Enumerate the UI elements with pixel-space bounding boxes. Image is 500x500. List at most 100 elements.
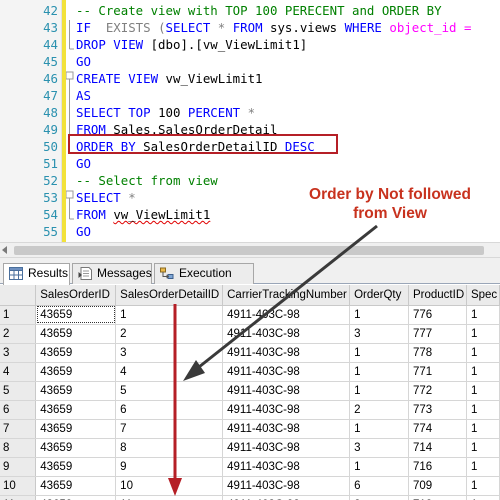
code-line[interactable]: 45 GO xyxy=(0,53,500,70)
table-cell[interactable]: 716 xyxy=(408,457,467,477)
table-cell[interactable]: 3 xyxy=(115,343,224,363)
table-cell[interactable]: 1 xyxy=(466,495,500,500)
table-cell[interactable]: 4911-403C-98 xyxy=(222,495,351,500)
table-cell[interactable]: 1 xyxy=(349,381,409,401)
table-cell[interactable]: 6 xyxy=(115,400,224,420)
table-cell[interactable]: 4911-403C-98 xyxy=(222,324,351,344)
code-line[interactable]: 42 -- Create view with TOP 100 PERECENT a… xyxy=(0,2,500,19)
table-cell[interactable]: 778 xyxy=(408,343,467,363)
row-number[interactable]: 7 xyxy=(0,419,37,439)
column-header[interactable]: Spec xyxy=(466,285,500,306)
column-header[interactable]: OrderQty xyxy=(349,285,409,306)
table-cell[interactable]: 43659 xyxy=(35,476,117,496)
table-row[interactable]: 2 43659 2 4911-403C-98 3 777 1 xyxy=(0,324,500,344)
table-cell[interactable]: 4 xyxy=(115,362,224,382)
table-cell[interactable]: 4911-403C-98 xyxy=(222,419,351,439)
table-row[interactable]: 1 43659 1 4911-403C-98 1 776 1 xyxy=(0,305,500,325)
code-line[interactable]: 47 AS xyxy=(0,87,500,104)
table-row[interactable]: 8 43659 8 4911-403C-98 3 714 1 xyxy=(0,438,500,458)
table-cell[interactable]: 1 xyxy=(466,305,500,325)
table-cell[interactable]: 11 xyxy=(115,495,224,500)
table-cell[interactable]: 43659 xyxy=(35,343,117,363)
table-cell[interactable]: 1 xyxy=(349,362,409,382)
table-cell[interactable]: 1 xyxy=(466,400,500,420)
table-cell[interactable]: 773 xyxy=(408,400,467,420)
editor-horizontal-scrollbar[interactable] xyxy=(0,242,500,258)
table-cell[interactable]: 4911-403C-98 xyxy=(222,305,351,325)
table-cell[interactable]: 43659 xyxy=(35,381,117,401)
table-cell[interactable]: 2 xyxy=(349,495,409,500)
select-all-corner[interactable] xyxy=(0,285,37,306)
scrollbar-thumb[interactable] xyxy=(14,246,484,255)
table-cell[interactable]: 1 xyxy=(466,457,500,477)
table-cell[interactable]: 772 xyxy=(408,381,467,401)
row-number[interactable]: 9 xyxy=(0,457,37,477)
table-cell[interactable]: 8 xyxy=(115,438,224,458)
table-cell[interactable]: 43659 xyxy=(35,305,117,325)
row-number[interactable]: 6 xyxy=(0,400,37,420)
table-cell[interactable]: 2 xyxy=(115,324,224,344)
results-grid[interactable]: SalesOrderID SalesOrderDetailID CarrierTra… xyxy=(0,285,500,500)
table-cell[interactable]: 771 xyxy=(408,362,467,382)
row-number[interactable]: 10 xyxy=(0,476,37,496)
table-cell[interactable]: 7 xyxy=(115,419,224,439)
column-header[interactable]: SalesOrderDetailID xyxy=(115,285,224,306)
column-header[interactable]: CarrierTrackingNumber xyxy=(222,285,351,306)
table-cell[interactable]: 1 xyxy=(349,305,409,325)
table-cell[interactable]: 43659 xyxy=(35,438,117,458)
table-cell[interactable]: 43659 xyxy=(35,419,117,439)
table-cell[interactable]: 9 xyxy=(115,457,224,477)
table-row[interactable]: 10 43659 10 4911-403C-98 6 709 1 xyxy=(0,476,500,496)
table-cell[interactable]: 43659 xyxy=(35,457,117,477)
table-cell[interactable]: 4911-403C-98 xyxy=(222,343,351,363)
code-line[interactable]: 50 ORDER BY SalesOrderDetailID DESC xyxy=(0,138,500,155)
table-row[interactable]: 7 43659 7 4911-403C-98 1 774 1 xyxy=(0,419,500,439)
row-number[interactable]: 8 xyxy=(0,438,37,458)
column-header[interactable]: ProductID xyxy=(408,285,467,306)
table-cell[interactable]: 3 xyxy=(349,438,409,458)
table-cell[interactable]: 776 xyxy=(408,305,467,325)
tab-messages[interactable]: Messages xyxy=(72,263,152,284)
table-cell[interactable]: 1 xyxy=(466,438,500,458)
table-cell[interactable]: 4911-403C-98 xyxy=(222,400,351,420)
code-line[interactable]: 51 GO xyxy=(0,155,500,172)
table-cell[interactable]: 777 xyxy=(408,324,467,344)
table-cell[interactable]: 43659 xyxy=(35,400,117,420)
table-cell[interactable]: 1 xyxy=(349,343,409,363)
table-cell[interactable]: 1 xyxy=(466,362,500,382)
tab-execution-plan[interactable]: Execution plan xyxy=(154,263,254,299)
table-cell[interactable]: 43659 xyxy=(35,362,117,382)
table-cell[interactable]: 1 xyxy=(349,419,409,439)
table-row[interactable]: 3 43659 3 4911-403C-98 1 778 1 xyxy=(0,343,500,363)
table-cell[interactable]: 1 xyxy=(115,305,224,325)
table-cell[interactable]: 43659 xyxy=(35,324,117,344)
row-number[interactable]: 1 xyxy=(0,305,37,325)
code-line[interactable]: 43 IF EXISTS (SELECT * FROM sys.views WHE… xyxy=(0,19,500,36)
code-line[interactable]: 55 GO xyxy=(0,223,500,240)
column-header[interactable]: SalesOrderID xyxy=(35,285,117,306)
table-cell[interactable]: 43659 xyxy=(35,495,117,500)
table-cell[interactable]: 2 xyxy=(349,400,409,420)
table-cell[interactable]: 4911-403C-98 xyxy=(222,457,351,477)
row-number[interactable]: 5 xyxy=(0,381,37,401)
table-cell[interactable]: 4911-403C-98 xyxy=(222,362,351,382)
code-line[interactable]: 44 DROP VIEW [dbo].[vw_ViewLimit1] xyxy=(0,36,500,53)
row-number[interactable]: 3 xyxy=(0,343,37,363)
table-cell[interactable]: 714 xyxy=(408,438,467,458)
scroll-left-arrow-icon[interactable] xyxy=(2,246,7,254)
row-number[interactable]: 2 xyxy=(0,324,37,344)
table-cell[interactable]: 1 xyxy=(466,419,500,439)
table-row[interactable]: 6 43659 6 4911-403C-98 2 773 1 xyxy=(0,400,500,420)
table-cell[interactable]: 4911-403C-98 xyxy=(222,476,351,496)
table-row[interactable]: 4 43659 4 4911-403C-98 1 771 1 xyxy=(0,362,500,382)
table-row[interactable]: 1143659114911-403C-9827121 xyxy=(0,495,500,500)
table-cell[interactable]: 1 xyxy=(466,343,500,363)
table-cell[interactable]: 6 xyxy=(349,476,409,496)
code-line[interactable]: 46 CREATE VIEW vw_ViewLimit1 xyxy=(0,70,500,87)
table-cell[interactable]: 10 xyxy=(115,476,224,496)
code-line[interactable]: 48 SELECT TOP 100 PERCENT * xyxy=(0,104,500,121)
table-cell[interactable]: 1 xyxy=(466,476,500,496)
table-row[interactable]: 9 43659 9 4911-403C-98 1 716 1 xyxy=(0,457,500,477)
table-cell[interactable]: 4911-403C-98 xyxy=(222,438,351,458)
code-line[interactable]: 49 FROM Sales.SalesOrderDetail xyxy=(0,121,500,138)
